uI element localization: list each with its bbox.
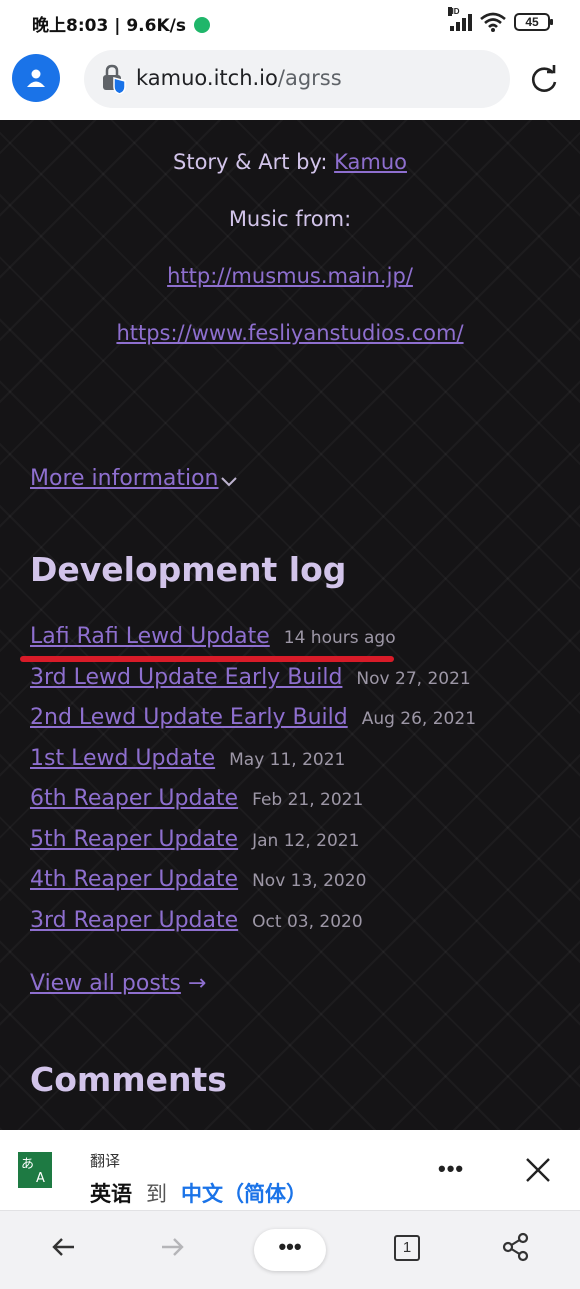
view-all-posts-label: View all posts [30, 971, 181, 996]
status-time-text: 晚上8:03 | 9.6K/s [32, 16, 186, 36]
devlog-post: 4th Reaper Update Nov 13, 2020 [30, 867, 366, 901]
web-page-content: Story & Art by: Kamuo Music from: http:/… [0, 120, 580, 1130]
devlog-heading: Development log [30, 550, 347, 589]
svg-text:A: A [36, 1171, 45, 1186]
devlog-post: 3rd Reaper Update Oct 03, 2020 [30, 908, 363, 942]
url-domain: kamuo.itch.io [136, 66, 278, 90]
devlog-post: 6th Reaper Update Feb 21, 2021 [30, 786, 363, 820]
browser-toolbar: kamuo.itch.io/agrss [0, 44, 580, 120]
battery-icon: 45 [514, 13, 553, 31]
forward-arrow-icon[interactable] [156, 1231, 188, 1263]
devlog-post-date: Feb 21, 2021 [252, 790, 364, 810]
devlog-post-date: 14 hours ago [283, 628, 396, 648]
security-lock-icon[interactable] [100, 64, 128, 94]
comments-heading: Comments [30, 1060, 227, 1099]
browser-bottom-nav: ••• 1 [0, 1210, 580, 1289]
status-bar: 晚上8:03 | 9.6K/s HD 45 [0, 0, 580, 44]
more-information-link[interactable]: More information [30, 466, 219, 491]
cell-signal-icon: HD [448, 7, 472, 31]
translate-more-button[interactable]: ••• [438, 1156, 464, 1182]
tabs-button[interactable]: 1 [394, 1235, 420, 1261]
arrow-right-icon: → [187, 971, 207, 996]
devlog-post-link[interactable]: 4th Reaper Update [30, 867, 238, 892]
devlog-post: Lafi Rafi Lewd Update 14 hours ago [30, 624, 396, 658]
author-link[interactable]: Kamuo [334, 150, 407, 174]
fesliyan-link[interactable]: https://www.fesliyanstudios.com/ [116, 321, 463, 345]
devlog-post-link[interactable]: 3rd Reaper Update [30, 908, 238, 933]
music-credit-label: Music from: [228, 207, 352, 231]
address-bar[interactable]: kamuo.itch.io/agrss [84, 50, 510, 108]
reload-icon[interactable] [526, 62, 562, 98]
story-credit-label: Story & Art by: [173, 150, 335, 174]
highlight-underline-mark [20, 656, 394, 662]
url-text[interactable]: kamuo.itch.io/agrss [136, 66, 342, 90]
story-credit: Story & Art by: Kamuo [0, 150, 580, 174]
chevron-down-icon[interactable] [220, 472, 238, 490]
url-path: /agrss [277, 66, 342, 90]
source-language[interactable]: 英语 [90, 1182, 132, 1206]
status-time-speed: 晚上8:03 | 9.6K/s [32, 11, 210, 36]
devlog-post: 2nd Lewd Update Early Build Aug 26, 2021 [30, 705, 476, 739]
devlog-post-link[interactable]: 2nd Lewd Update Early Build [30, 705, 348, 730]
devlog-post-date: Nov 13, 2020 [252, 871, 367, 891]
devlog-post: 3rd Lewd Update Early Build Nov 27, 2021 [30, 665, 471, 699]
back-arrow-icon[interactable] [48, 1231, 80, 1263]
musmus-link[interactable]: http://musmus.main.jp/ [167, 264, 413, 288]
app-notification-icon [193, 17, 210, 33]
share-icon[interactable] [500, 1231, 532, 1263]
translate-language-selector[interactable]: 英语到中文（简体） [90, 1178, 307, 1208]
menu-button[interactable]: ••• [254, 1229, 326, 1271]
devlog-post-date: Nov 27, 2021 [356, 669, 471, 689]
status-indicators: HD 45 [448, 7, 553, 34]
devlog-post-link[interactable]: Lafi Rafi Lewd Update [30, 624, 270, 649]
devlog-post-link[interactable]: 1st Lewd Update [30, 746, 215, 771]
devlog-post-link[interactable]: 5th Reaper Update [30, 827, 238, 852]
svg-text:あ: あ [21, 1157, 34, 1172]
translate-icon: あ A [18, 1152, 52, 1188]
close-icon[interactable] [524, 1156, 552, 1184]
user-icon [27, 69, 45, 87]
devlog-post-link[interactable]: 3rd Lewd Update Early Build [30, 665, 342, 690]
wifi-icon [480, 12, 506, 32]
devlog-post: 5th Reaper Update Jan 12, 2021 [30, 827, 359, 861]
network-type-label: HD [448, 7, 460, 16]
translate-label: 翻译 [90, 1152, 121, 1170]
profile-avatar-button[interactable] [12, 54, 60, 102]
music-link-row-1: http://musmus.main.jp/ [0, 264, 580, 288]
to-word: 到 [146, 1182, 167, 1206]
devlog-post-date: Oct 03, 2020 [252, 912, 363, 932]
devlog-post: 1st Lewd Update May 11, 2021 [30, 746, 345, 780]
target-language[interactable]: 中文（简体） [181, 1182, 307, 1206]
devlog-post-date: May 11, 2021 [229, 750, 346, 770]
view-all-posts-link[interactable]: View all posts → [30, 971, 206, 996]
music-link-row-2: https://www.fesliyanstudios.com/ [0, 321, 580, 345]
devlog-post-link[interactable]: 6th Reaper Update [30, 786, 238, 811]
devlog-post-date: Jan 12, 2021 [252, 831, 360, 851]
translate-bar: あ A 翻译 英语到中文（简体） ••• [0, 1130, 580, 1210]
devlog-post-date: Aug 26, 2021 [361, 709, 477, 729]
